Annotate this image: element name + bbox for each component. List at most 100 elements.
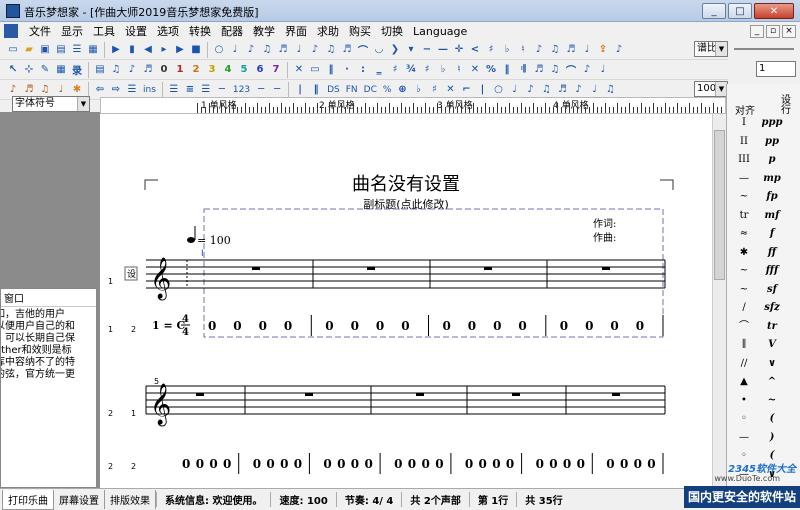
- tenuto-icon[interactable]: ♩: [596, 63, 610, 77]
- pointer-icon[interactable]: ↖: [6, 63, 20, 77]
- lines-1-icon[interactable]: ☰: [167, 83, 181, 97]
- palette-symbol[interactable]: ~: [768, 392, 776, 411]
- palette-symbol[interactable]: pp: [765, 133, 779, 152]
- menu-help[interactable]: 求助: [312, 23, 344, 39]
- sixteenth-note-icon[interactable]: ♬: [276, 43, 290, 57]
- jianpu-digit[interactable]: 0: [492, 457, 500, 471]
- save-icon[interactable]: ▣: [38, 43, 52, 57]
- jianpu-digit[interactable]: 0: [634, 457, 642, 471]
- beam-icon[interactable]: ♬: [564, 43, 578, 57]
- arrow-right-icon[interactable]: ❯: [388, 43, 402, 57]
- menu-language[interactable]: Language: [408, 25, 472, 38]
- undo-icon[interactable]: ⇦: [93, 83, 107, 97]
- menu-view[interactable]: 显示: [56, 23, 88, 39]
- flat-down-icon[interactable]: ♭: [436, 63, 450, 77]
- palette-symbol[interactable]: /: [742, 299, 745, 318]
- zoom-combo[interactable]: 100% ▼: [694, 81, 728, 97]
- jianpu-digit[interactable]: 0: [325, 319, 333, 333]
- jianpu-row-1[interactable]: 0 0 0 0 0 0 0 0 0 0 0 0 0 0 0 0: [208, 315, 664, 336]
- dash-line-icon[interactable]: ─: [215, 83, 229, 97]
- jianpu-digit[interactable]: 0: [636, 319, 644, 333]
- palette-symbol[interactable]: III: [738, 151, 750, 170]
- note-b-icon[interactable]: ♩: [587, 83, 601, 97]
- menu-teach[interactable]: 教学: [248, 23, 280, 39]
- jianpu-digit[interactable]: 0: [233, 319, 241, 333]
- digit-0-icon[interactable]: 0: [157, 63, 171, 77]
- palette-symbol[interactable]: II: [740, 133, 748, 152]
- repeat-icon[interactable]: 𝄇: [516, 63, 530, 77]
- segno-label[interactable]: %: [381, 85, 394, 95]
- jianpu-digit[interactable]: 0: [280, 457, 288, 471]
- bar-single-icon[interactable]: |: [293, 83, 307, 97]
- palette-symbol[interactable]: —: [739, 429, 749, 448]
- note-thirtysecond-icon[interactable]: ♫: [548, 63, 562, 77]
- grid-icon[interactable]: ▦: [54, 63, 68, 77]
- select-icon[interactable]: ⊹: [22, 63, 36, 77]
- jianpu-digit[interactable]: 0: [253, 457, 261, 471]
- staccato-icon[interactable]: ♪: [580, 63, 594, 77]
- menu-switch[interactable]: 切换: [376, 23, 408, 39]
- sharp-up-icon[interactable]: ♯: [420, 63, 434, 77]
- triplet-icon[interactable]: ♫: [324, 43, 338, 57]
- grace-note-icon[interactable]: ♬: [340, 43, 354, 57]
- align-icon[interactable]: ☰: [125, 83, 139, 97]
- palette-symbol[interactable]: tr: [767, 318, 777, 337]
- cancel-icon[interactable]: ✕: [443, 83, 457, 97]
- palette-symbol[interactable]: ): [770, 429, 775, 448]
- jianpu-digit[interactable]: 0: [585, 319, 593, 333]
- mute-icon[interactable]: ♪: [612, 43, 626, 57]
- dash-icon[interactable]: −: [420, 43, 434, 57]
- menu-convert[interactable]: 转换: [184, 23, 216, 39]
- jianpu-digit[interactable]: 0: [376, 319, 384, 333]
- key-signature[interactable]: 1 = C: [152, 319, 186, 332]
- circle-icon[interactable]: ○: [491, 83, 505, 97]
- palette-symbol[interactable]: ∕∕: [741, 355, 748, 374]
- jianpu-digit[interactable]: 0: [506, 457, 514, 471]
- text-icon[interactable]: ▦: [86, 43, 100, 57]
- menu-buy[interactable]: 购买: [344, 23, 376, 39]
- copy-icon[interactable]: ▤: [93, 63, 107, 77]
- font-symbol-combo[interactable]: 字体符号 ▼: [12, 96, 90, 112]
- palette-symbol[interactable]: mf: [765, 207, 780, 226]
- number-label[interactable]: 123: [231, 85, 252, 95]
- quarter-icon[interactable]: ♩: [507, 83, 521, 97]
- jianpu-digit[interactable]: 0: [284, 319, 292, 333]
- guitar-icon[interactable]: ♪: [6, 83, 20, 97]
- stop-icon[interactable]: ■: [189, 43, 203, 57]
- slur-icon[interactable]: ◡: [372, 43, 386, 57]
- jianpu-digit[interactable]: 0: [294, 457, 302, 471]
- jianpu-digit[interactable]: 0: [259, 319, 267, 333]
- mdi-close-button[interactable]: ×: [782, 24, 796, 38]
- minimize-button[interactable]: _: [702, 3, 726, 19]
- jianpu-digit[interactable]: 0: [422, 457, 430, 471]
- digit-1-icon[interactable]: 1: [173, 63, 187, 77]
- document-icon[interactable]: [4, 24, 18, 38]
- menu-tools[interactable]: 工具: [88, 23, 120, 39]
- palette-symbol[interactable]: ~: [740, 262, 748, 281]
- palette-symbol[interactable]: ~: [740, 188, 748, 207]
- dot-down-icon[interactable]: :: [356, 63, 370, 77]
- natural-icon[interactable]: ♮: [516, 43, 530, 57]
- chevron-down-icon[interactable]: ▼: [77, 97, 89, 111]
- jianpu-digit[interactable]: 0: [401, 319, 409, 333]
- natural-small-icon[interactable]: ♮: [452, 63, 466, 77]
- pipe-icon[interactable]: |: [475, 83, 489, 97]
- beamed-icon[interactable]: ♫: [539, 83, 553, 97]
- close-x-icon[interactable]: ✕: [468, 63, 482, 77]
- eighth-note-icon[interactable]: ♫: [260, 43, 274, 57]
- palette-symbol[interactable]: fff: [766, 262, 779, 281]
- mdi-minimize-button[interactable]: _: [750, 24, 764, 38]
- jianpu-digit[interactable]: 0: [223, 457, 231, 471]
- half-sharp-icon[interactable]: ♯: [388, 63, 402, 77]
- line-short-icon[interactable]: ─: [254, 83, 268, 97]
- note-up-icon[interactable]: ♪: [532, 43, 546, 57]
- palette-symbol[interactable]: fp: [766, 188, 777, 207]
- maximize-button[interactable]: □: [728, 3, 752, 19]
- barline-icon[interactable]: ‖: [324, 63, 338, 77]
- palette-symbol[interactable]: ff: [768, 244, 776, 263]
- palette-symbol[interactable]: ≈: [740, 225, 748, 244]
- scrollbar-thumb[interactable]: [714, 130, 725, 280]
- jianpu-digit[interactable]: 0: [563, 457, 571, 471]
- ratio-combo[interactable]: 谱比 ▼: [694, 41, 728, 57]
- menu-options[interactable]: 选项: [152, 23, 184, 39]
